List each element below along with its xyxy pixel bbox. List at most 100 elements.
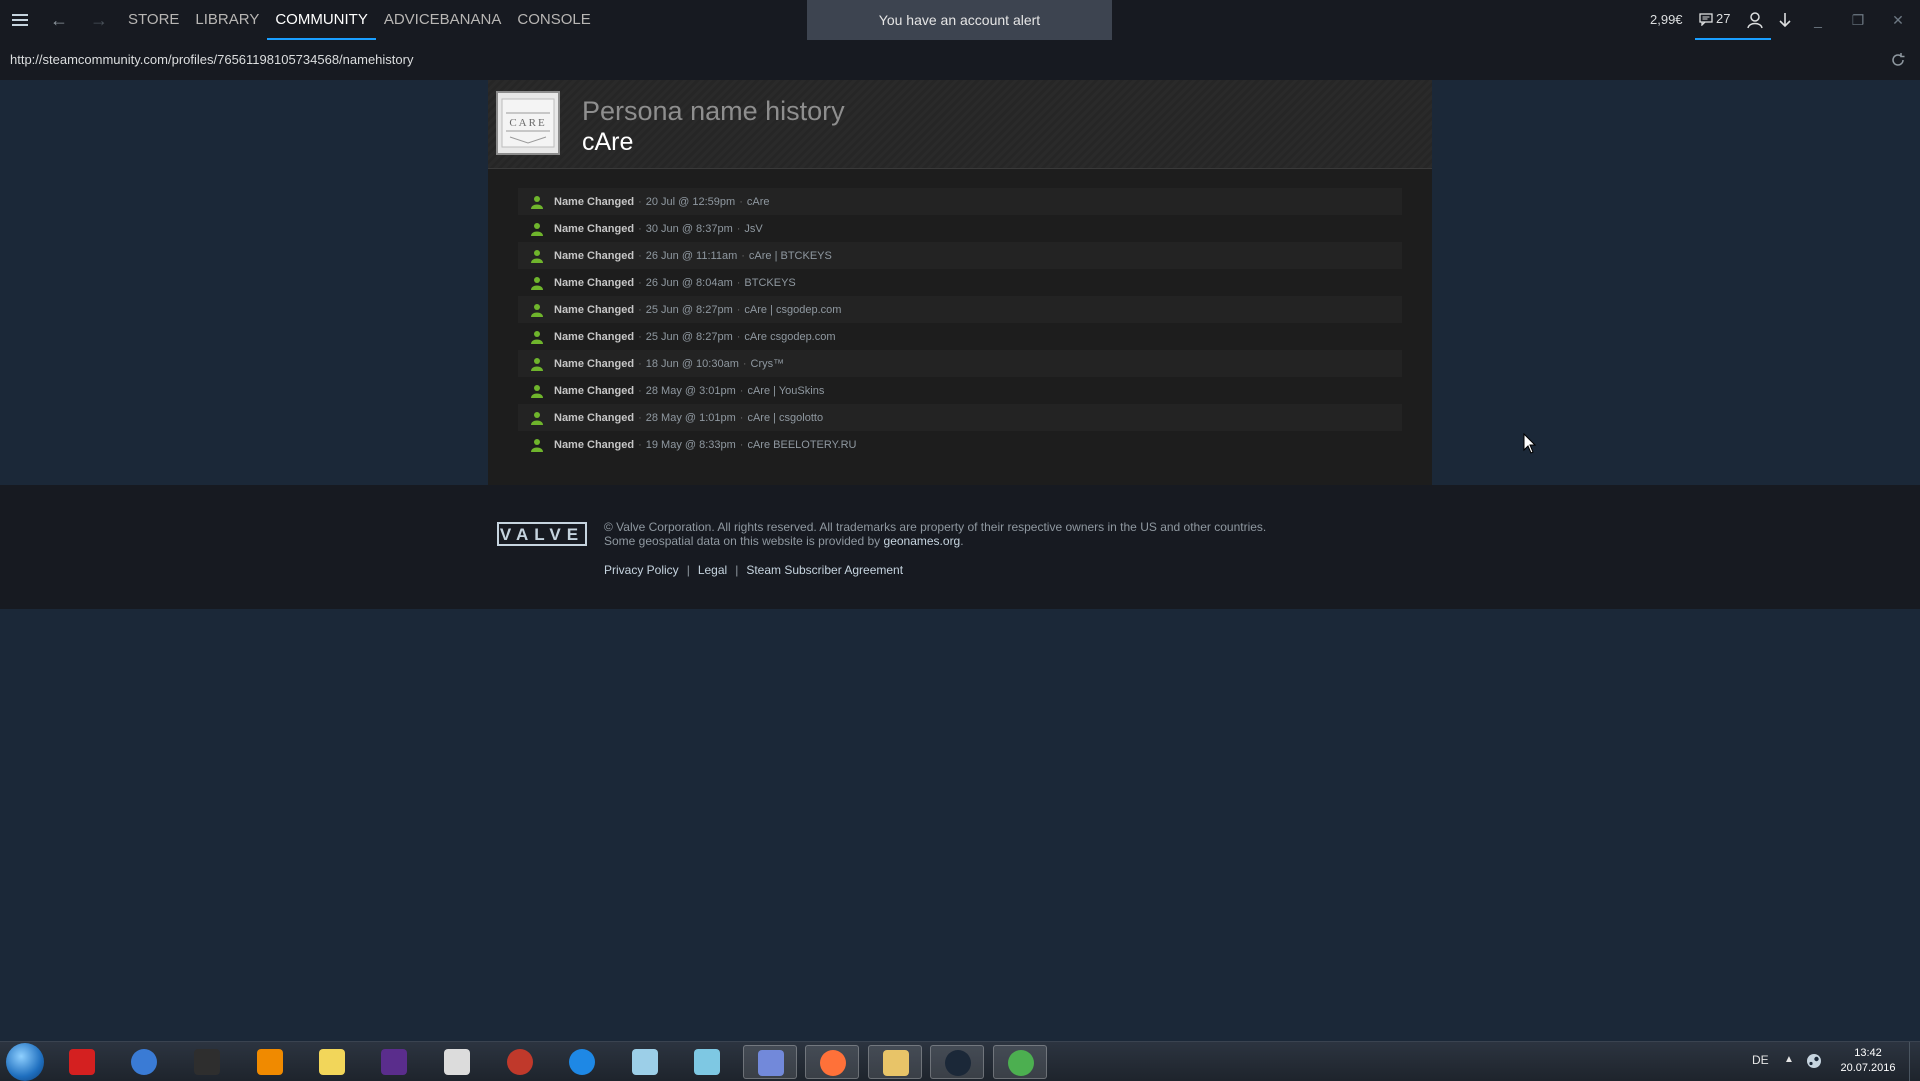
redcross-icon[interactable] [55, 1045, 109, 1079]
discord-icon[interactable] [743, 1045, 797, 1079]
avatar[interactable]: CARE [496, 91, 560, 155]
valve-logo[interactable]: VALVE [497, 522, 587, 546]
history-name: cAre BEELOTERY.RU [747, 438, 857, 451]
account-alert-banner[interactable]: You have an account alert [807, 0, 1112, 40]
nav-username[interactable]: ADVICEBANANA [376, 0, 510, 40]
history-date: 30 Jun @ 8:37pm [645, 222, 733, 235]
qr-icon[interactable] [430, 1045, 484, 1079]
name-history-row: Name Changed · 20 Jul @ 12:59pm · cAre [518, 188, 1402, 215]
notifications-button[interactable]: 27 [1695, 0, 1735, 40]
person-icon [531, 222, 543, 236]
latex-icon-glyph [381, 1049, 407, 1075]
history-label: Name Changed [554, 195, 635, 208]
calculator-icon[interactable] [618, 1045, 672, 1079]
legal-link[interactable]: Legal [698, 563, 727, 577]
thunderbird-icon-glyph [131, 1049, 157, 1075]
separator: · [741, 249, 745, 262]
name-history-list: Name Changed · 20 Jul @ 12:59pm · cAre Name C… [518, 188, 1402, 458]
history-date: 28 May @ 1:01pm [645, 411, 736, 424]
name-history-row: Name Changed · 26 Jun @ 11:11am · cAre | BTC… [518, 242, 1402, 269]
discord-icon-glyph [758, 1050, 784, 1076]
notifications-count: 27 [1716, 11, 1731, 26]
footer: VALVE © Valve Corporation. All rights re… [0, 485, 1920, 609]
person-icon [531, 249, 543, 263]
terminal-icon[interactable] [180, 1045, 234, 1079]
history-label: Name Changed [554, 330, 635, 343]
language-indicator[interactable]: DE [1752, 1053, 1769, 1067]
tray-expand-icon[interactable]: ▲ [1784, 1054, 1794, 1065]
steam-tray-icon[interactable] [1806, 1053, 1822, 1069]
restore-icon[interactable]: ❐ [1848, 10, 1868, 30]
back-arrow-icon[interactable]: ← [48, 9, 70, 31]
hamburger-menu-icon[interactable] [10, 10, 30, 30]
paper-icon-glyph [694, 1049, 720, 1075]
friends-icon[interactable] [1745, 10, 1765, 30]
thunderbird-icon[interactable] [117, 1045, 171, 1079]
chrome-icon[interactable] [993, 1045, 1047, 1079]
separator: · [638, 303, 642, 316]
mouse-cursor-icon [1523, 433, 1537, 454]
notepad-icon[interactable] [305, 1045, 359, 1079]
history-label: Name Changed [554, 411, 635, 424]
close-icon[interactable]: ✕ [1888, 10, 1908, 30]
mendeley-icon[interactable] [493, 1045, 547, 1079]
wallet-balance[interactable]: 2,99€ [1650, 0, 1683, 40]
name-history-row: Name Changed · 25 Jun @ 8:27pm · cAre csgode… [518, 323, 1402, 350]
steam-title-bar: ← → STORE LIBRARY COMMUNITY ADVICEBANANA… [0, 0, 1920, 40]
name-history-row: Name Changed · 26 Jun @ 8:04am · BTCKEYS [518, 269, 1402, 296]
forward-arrow-icon[interactable]: → [88, 9, 110, 31]
steam-icon[interactable] [930, 1045, 984, 1079]
separator: | [735, 563, 739, 577]
chrome-icon-glyph [1008, 1050, 1034, 1076]
avatar-text: CARE [509, 117, 546, 129]
separator: · [736, 276, 741, 289]
nav-console[interactable]: CONSOLE [509, 0, 598, 40]
nav-library[interactable]: LIBRARY [187, 0, 267, 40]
vlc-icon[interactable] [243, 1045, 297, 1079]
redcross-icon-glyph [69, 1049, 95, 1075]
terminal-icon-glyph [194, 1049, 220, 1075]
vlc-icon-glyph [257, 1049, 283, 1075]
history-date: 25 Jun @ 8:27pm [645, 303, 733, 316]
firefox-icon[interactable] [805, 1045, 859, 1079]
person-icon [531, 195, 543, 209]
latex-icon[interactable] [367, 1045, 421, 1079]
paper-icon[interactable] [680, 1045, 734, 1079]
chat-bubble-icon [1699, 12, 1713, 26]
history-label: Name Changed [554, 276, 635, 289]
privacy-policy-link[interactable]: Privacy Policy [604, 563, 679, 577]
sync-icon[interactable] [555, 1045, 609, 1079]
nav-store[interactable]: STORE [120, 0, 187, 40]
footer-links: Privacy Policy | Legal | Steam Subscribe… [604, 563, 903, 577]
minimize-icon[interactable]: _ [1808, 10, 1828, 30]
person-icon [531, 384, 543, 398]
clock-date: 20.07.2016 [1840, 1062, 1896, 1074]
separator: · [739, 384, 744, 397]
show-desktop-button[interactable] [1909, 1042, 1920, 1081]
history-name: cAre | csgolotto [747, 411, 824, 424]
persona-name[interactable]: cAre [582, 128, 633, 157]
firefox-icon-glyph [820, 1050, 846, 1076]
calculator-icon-glyph [632, 1049, 658, 1075]
start-button[interactable] [6, 1043, 44, 1081]
history-label: Name Changed [554, 357, 635, 370]
name-history-row: Name Changed · 19 May @ 8:33pm · cAre BEELOT… [518, 431, 1402, 458]
name-history-row: Name Changed · 28 May @ 3:01pm · cAre | YouS… [518, 377, 1402, 404]
avatar-image: CARE [501, 98, 555, 148]
separator: · [739, 438, 744, 451]
geodata-text: Some geospatial data on this website is … [604, 534, 881, 548]
history-date: 26 Jun @ 8:04am [645, 276, 733, 289]
history-name: cAre | csgodep.com [744, 303, 842, 316]
geonames-link[interactable]: geonames.org [884, 534, 961, 548]
subscriber-agreement-link[interactable]: Steam Subscriber Agreement [746, 563, 903, 577]
nav-community[interactable]: COMMUNITY [267, 0, 376, 40]
explorer-icon[interactable] [868, 1045, 922, 1079]
refresh-icon[interactable] [1890, 52, 1906, 68]
downloads-icon[interactable] [1775, 10, 1795, 30]
person-icon [531, 276, 543, 290]
name-history-panel: CARE Persona name history cAre Name Chan… [488, 80, 1432, 485]
history-name: cAre csgodep.com [744, 330, 836, 343]
url-text[interactable]: http://steamcommunity.com/profiles/76561… [10, 40, 413, 80]
sync-icon-glyph [569, 1049, 595, 1075]
system-clock[interactable]: 13:42 20.07.2016 [1838, 1046, 1898, 1076]
